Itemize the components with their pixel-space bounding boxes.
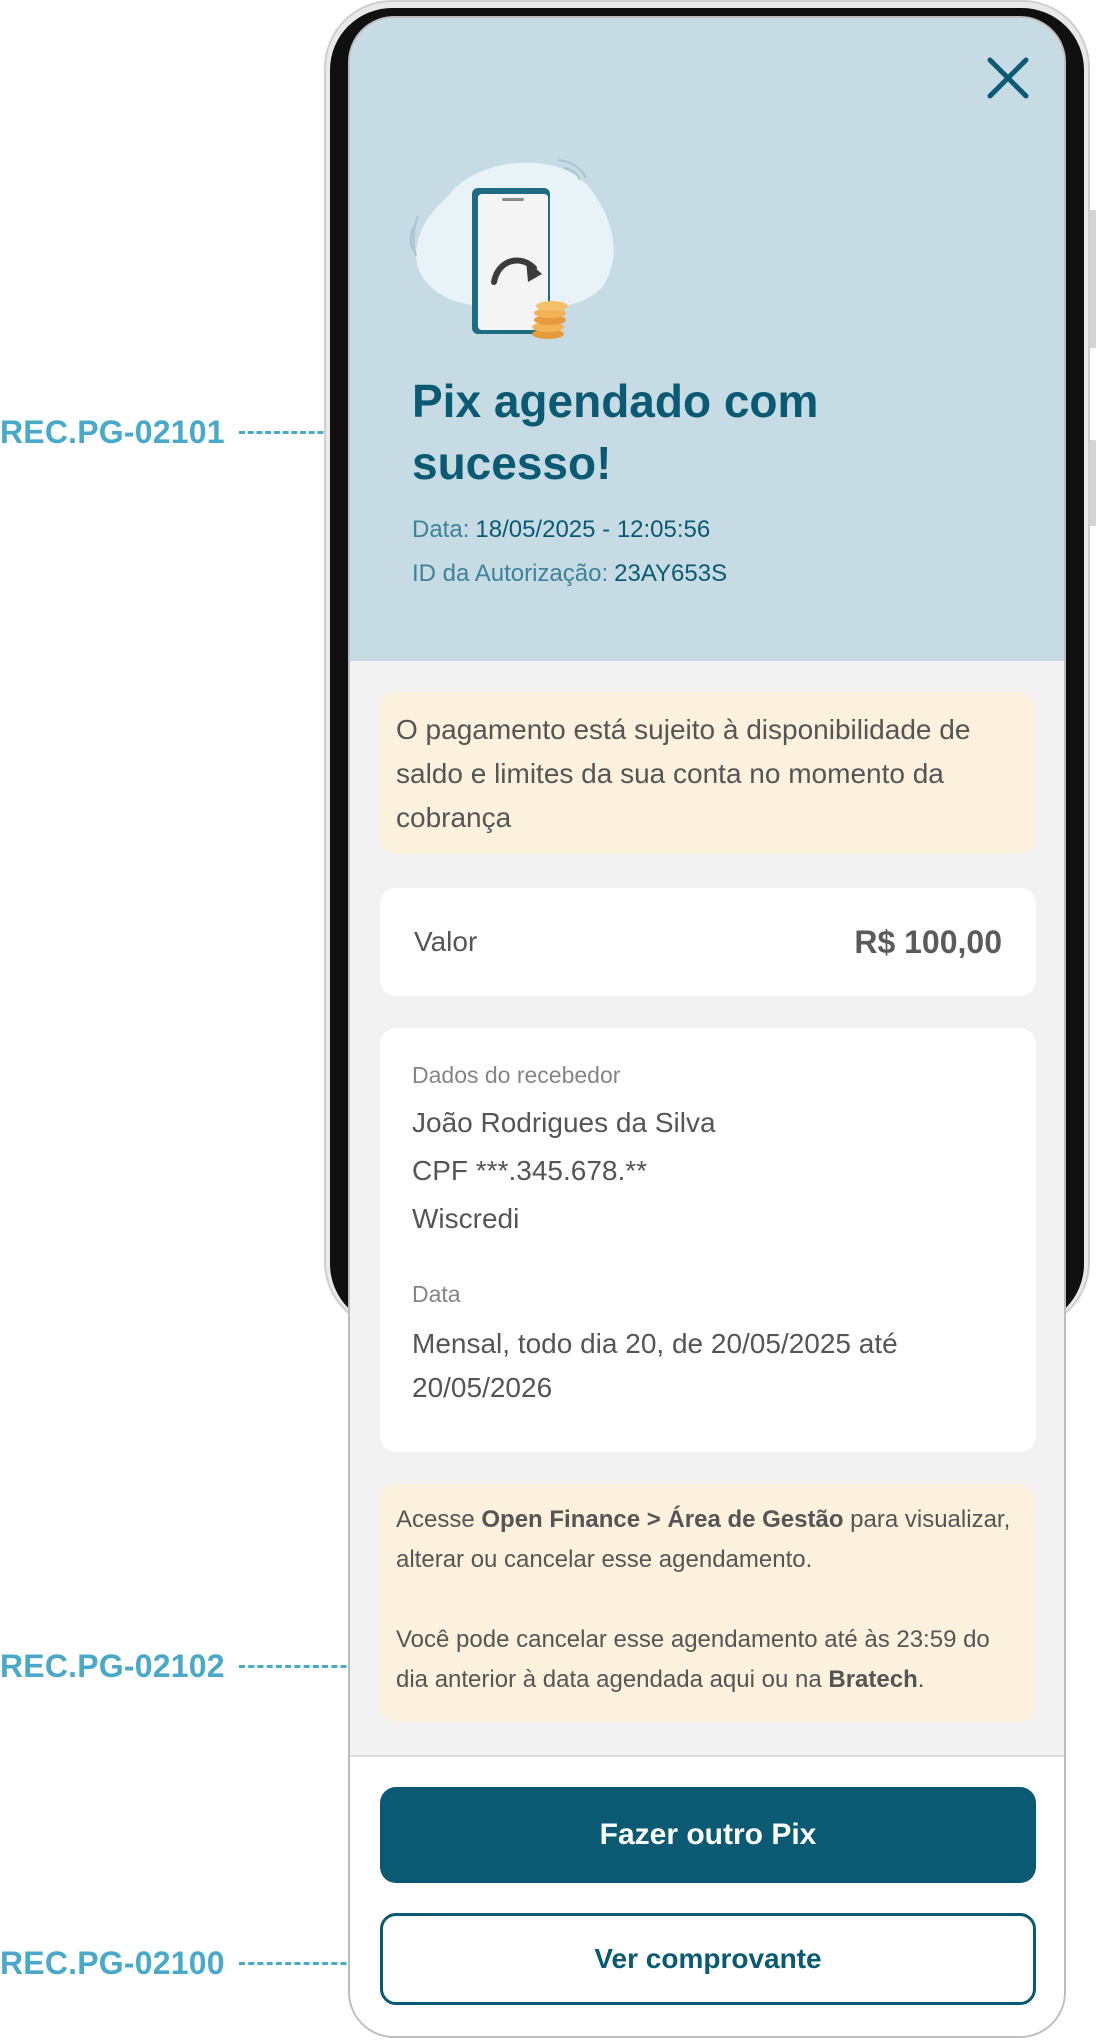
page-title: Pix agendado com sucesso! bbox=[412, 375, 819, 489]
open-finance-path: Open Finance > Área de Gestão bbox=[481, 1506, 844, 1533]
value-card: Valor R$ 100,00 bbox=[380, 888, 1036, 996]
success-header: Pix agendado com sucesso! Data: 18/05/202… bbox=[350, 18, 1064, 661]
authorization-id-value: 23AY653S bbox=[614, 560, 728, 587]
authorization-id-label: ID da Autorização: bbox=[412, 560, 609, 587]
authorization-id-row: ID da Autorização: 23AY653S bbox=[412, 560, 727, 588]
annotation-connector bbox=[238, 1961, 365, 1965]
annotation-label: REC.PG-02102 bbox=[0, 1647, 225, 1684]
management-notice-paragraph: Acesse Open Finance > Área de Gestão par… bbox=[396, 1500, 1020, 1580]
cancel-notice-paragraph: Você pode cancelar esse agendamento até … bbox=[396, 1620, 1020, 1700]
balance-notice: O pagamento está sujeito à disponibilida… bbox=[380, 692, 1036, 854]
annotation-rec-pg-02100: REC.PG-02100 bbox=[0, 1945, 385, 1981]
management-notice: Acesse Open Finance > Área de Gestão par… bbox=[380, 1484, 1036, 1722]
annotation-label: REC.PG-02100 bbox=[0, 1944, 225, 1981]
annotation-connector bbox=[238, 1664, 365, 1668]
receiver-section-label: Dados do recebedor bbox=[412, 1062, 621, 1088]
new-pix-button[interactable]: Fazer outro Pix bbox=[380, 1787, 1036, 1883]
phone-side-button bbox=[1090, 440, 1096, 526]
value-amount: R$ 100,00 bbox=[854, 923, 1002, 960]
notice-text: . bbox=[917, 1666, 925, 1693]
phone-side-button bbox=[1090, 210, 1096, 348]
view-receipt-button[interactable]: Ver comprovante bbox=[380, 1913, 1036, 2005]
value-label: Valor bbox=[414, 926, 478, 957]
receiver-name: João Rodrigues da Silva bbox=[412, 1107, 716, 1138]
schedule-date-row: Data: 18/05/2025 - 12:05:56 bbox=[412, 516, 710, 544]
date-value: 18/05/2025 - 12:05:56 bbox=[475, 516, 711, 543]
close-button[interactable] bbox=[982, 52, 1034, 104]
receiver-details-card: Dados do recebedor João Rodrigues da Sil… bbox=[380, 1028, 1036, 1452]
bank-name: Bratech bbox=[828, 1666, 918, 1693]
notice-text: Acesse bbox=[396, 1506, 482, 1533]
action-footer: Fazer outro Pix Ver comprovante bbox=[350, 1755, 1064, 2036]
schedule-section-label: Data bbox=[412, 1281, 461, 1307]
annotation-label: REC.PG-02101 bbox=[0, 413, 225, 450]
annotation-rec-pg-02102: REC.PG-02102 bbox=[0, 1648, 385, 1684]
phone-screen: Pix agendado com sucesso! Data: 18/05/202… bbox=[348, 16, 1066, 2038]
close-icon bbox=[987, 57, 1029, 99]
date-label: Data: bbox=[412, 516, 470, 543]
schedule-recurrence: Mensal, todo dia 20, de 20/05/2025 até 2… bbox=[412, 1328, 898, 1403]
receiver-institution: Wiscredi bbox=[412, 1203, 520, 1234]
phone-with-coins-illustration bbox=[408, 156, 624, 346]
receiver-document: CPF ***.345.678.** bbox=[412, 1155, 648, 1186]
